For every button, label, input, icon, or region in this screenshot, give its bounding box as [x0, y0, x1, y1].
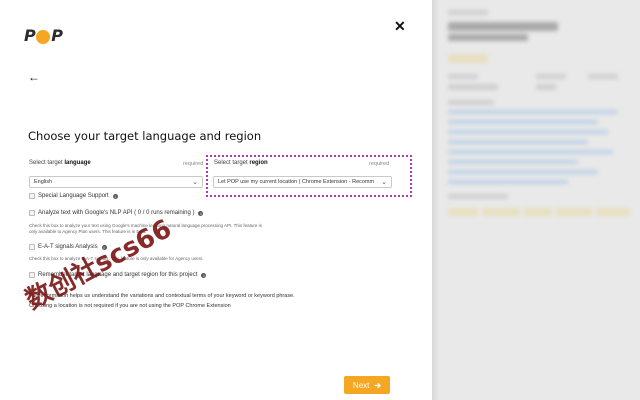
blur-block	[448, 130, 608, 134]
blurred-background	[432, 0, 640, 400]
blur-block	[448, 208, 478, 216]
info-icon[interactable]: i	[198, 210, 204, 216]
blur-block	[448, 150, 613, 154]
page-title: Choose your target language and region	[28, 129, 262, 143]
language-select[interactable]: English ⌄	[29, 176, 203, 188]
arrow-left-icon[interactable]: ←	[28, 70, 40, 84]
blur-block	[448, 10, 488, 15]
checkbox[interactable]	[29, 244, 35, 250]
blur-block	[536, 84, 556, 90]
blur-block	[524, 208, 552, 216]
blur-block	[448, 22, 558, 31]
nlp-api-option[interactable]: Analyze text with Google's NLP API ( 0 /…	[29, 210, 204, 216]
blur-block	[448, 74, 478, 79]
checkbox[interactable]	[29, 210, 35, 216]
blur-block	[448, 84, 498, 90]
blur-block	[556, 208, 592, 216]
blur-block	[448, 160, 578, 164]
logo-letter-p2: P	[51, 25, 63, 45]
logo-circle-icon	[36, 30, 51, 44]
blur-block	[448, 34, 528, 41]
region-select[interactable]: Let POP use my current location ( Chrome…	[213, 176, 392, 188]
blur-block	[448, 110, 618, 114]
special-language-option[interactable]: Special Language Support i	[29, 193, 118, 199]
info-icon[interactable]: i	[112, 193, 118, 199]
logo-letter-p1: P	[24, 25, 36, 45]
blur-block	[448, 170, 598, 174]
arrow-right-icon: ➔	[374, 380, 382, 390]
language-required: required	[183, 161, 204, 167]
blur-block	[448, 194, 508, 199]
blurred-content	[432, 0, 640, 400]
language-select-value: English	[34, 179, 53, 185]
language-label: Select target language	[29, 160, 91, 166]
blur-block	[536, 74, 566, 79]
next-button[interactable]: Next ➔	[344, 376, 390, 394]
blur-block	[588, 74, 618, 79]
blur-block	[596, 208, 630, 216]
close-icon[interactable]: ✕	[394, 18, 406, 35]
panel-shadow	[432, 0, 440, 400]
region-required: required	[369, 161, 390, 167]
region-label: Select target region	[214, 160, 268, 166]
blur-block	[448, 100, 494, 105]
next-button-label: Next	[352, 380, 370, 390]
pop-logo: P P	[24, 25, 63, 45]
region-select-value: Let POP use my current location ( Chrome…	[218, 179, 375, 185]
blur-block	[482, 208, 520, 216]
language-region-modal: P P ✕ ← Choose your target language and …	[0, 0, 432, 400]
blur-block	[448, 54, 488, 63]
blur-block	[448, 140, 588, 144]
blur-block	[448, 180, 568, 184]
chevron-down-icon: ⌄	[192, 179, 198, 186]
info-icon[interactable]: i	[201, 272, 207, 278]
chevron-down-icon: ⌄	[381, 179, 387, 186]
blur-block	[448, 120, 598, 124]
checkbox[interactable]	[29, 193, 35, 199]
